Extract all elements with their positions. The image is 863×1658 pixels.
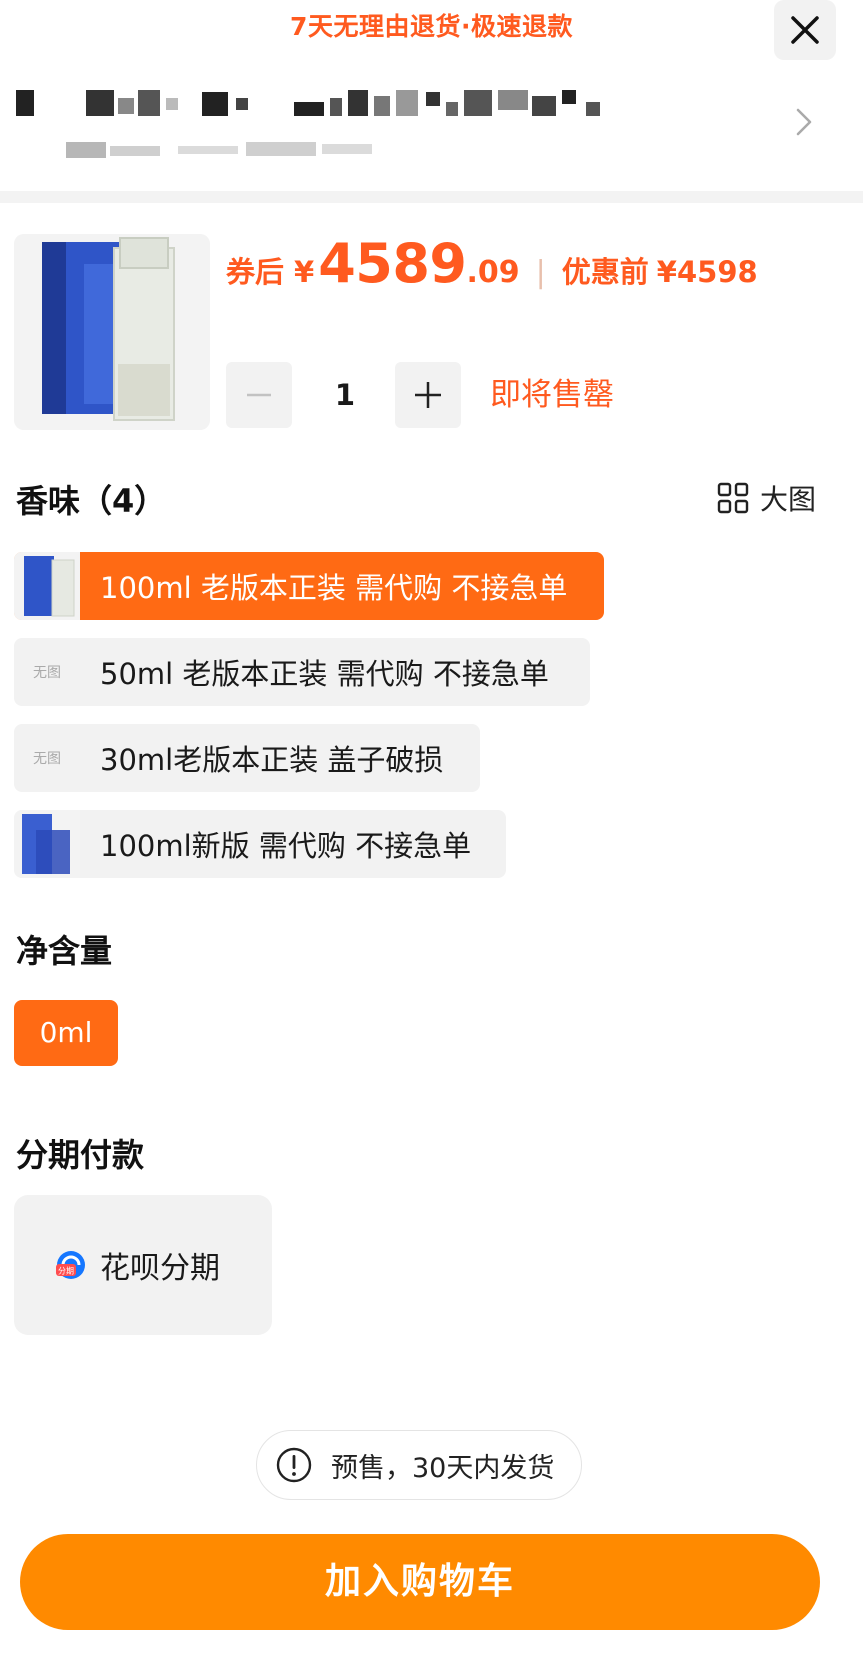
minus-icon — [247, 393, 271, 397]
perfume-illustration — [14, 234, 210, 430]
huabei-installment-option[interactable]: 分期 花呗分期 — [14, 1195, 272, 1335]
grid-icon — [717, 482, 749, 514]
volume-option-selected[interactable]: 0ml — [14, 1000, 118, 1066]
big-image-toggle[interactable]: 大图 — [716, 478, 816, 518]
scent-option-3[interactable]: 无图 30ml老版本正装 盖子破损 — [14, 724, 480, 792]
return-policy-banner: 7天无理由退货·极速退款 — [290, 12, 573, 41]
quantity-value[interactable]: 1 — [310, 362, 380, 428]
option-thumbnail — [14, 552, 80, 620]
no-image-placeholder: 无图 — [33, 665, 61, 681]
presale-notice: 预售，30天内发货 — [256, 1430, 582, 1500]
installment-label: 花呗分期 — [100, 1251, 220, 1286]
add-to-cart-button[interactable]: 加入购物车 — [20, 1534, 820, 1630]
plus-icon — [415, 382, 441, 408]
option-label: 30ml老版本正装 盖子破损 — [100, 743, 444, 777]
original-price-label: 优惠前 — [561, 255, 649, 289]
chevron-right-icon — [796, 108, 812, 136]
option-label: 100ml 老版本正装 需代购 不接急单 — [100, 571, 568, 605]
presale-text: 预售，30天内发货 — [331, 1452, 555, 1484]
huabei-icon: 分期 — [56, 1251, 85, 1279]
installment-section-title: 分期付款 — [16, 1136, 145, 1174]
section-divider — [0, 191, 863, 203]
volume-section-title: 净含量 — [16, 932, 113, 970]
redacted-address-line — [16, 90, 600, 116]
price-separator: | — [535, 255, 546, 290]
coupon-price-label: 券后 — [226, 255, 285, 289]
option-label: 100ml新版 需代购 不接急单 — [100, 829, 472, 863]
scent-option-2[interactable]: 无图 50ml 老版本正装 需代购 不接急单 — [14, 638, 590, 706]
shipping-address[interactable] — [0, 70, 863, 180]
huabei-badge-text: 分期 — [58, 1267, 74, 1276]
no-image-placeholder: 无图 — [33, 751, 61, 767]
exclamation-circle-icon — [276, 1447, 312, 1483]
close-button[interactable] — [774, 0, 836, 60]
currency-symbol: ¥ — [294, 255, 315, 289]
quantity-decrease-button[interactable] — [226, 362, 292, 428]
price-row: 券后 ¥ 4589 .09 | 优惠前 ¥4598 — [226, 232, 758, 300]
option-thumbnail — [14, 810, 80, 878]
redacted-contact-line — [66, 142, 372, 158]
scent-option-4[interactable]: 100ml新版 需代购 不接急单 — [14, 810, 506, 878]
product-image[interactable] — [14, 234, 210, 430]
original-price: ¥4598 — [656, 255, 758, 289]
stock-status: 即将售罄 — [490, 377, 614, 413]
scent-option-1[interactable]: 100ml 老版本正装 需代购 不接急单 — [14, 552, 604, 620]
scent-section-title: 香味（4） — [16, 482, 167, 520]
price-decimal: .09 — [466, 255, 520, 290]
big-image-label: 大图 — [760, 483, 817, 516]
close-icon — [791, 16, 819, 44]
quantity-increase-button[interactable] — [395, 362, 461, 428]
option-label: 50ml 老版本正装 需代购 不接急单 — [100, 657, 549, 691]
price-integer: 4589 — [318, 232, 467, 295]
